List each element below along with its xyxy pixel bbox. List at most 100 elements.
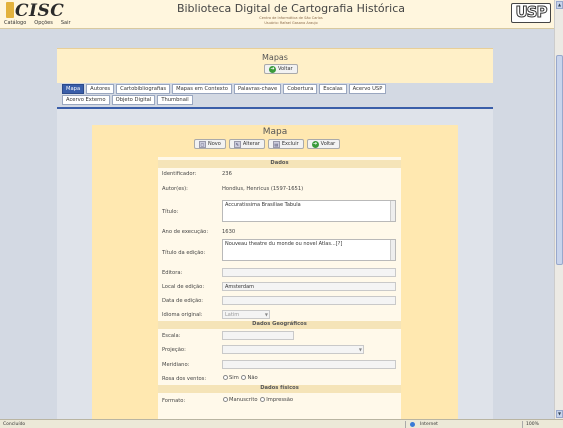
globe-icon	[410, 422, 415, 427]
mapas-panel: Mapas ➜ Voltar	[57, 48, 493, 83]
status-bar: Concluído Internet 100%	[0, 419, 563, 428]
editora-field[interactable]	[222, 268, 396, 277]
top-menu: Catálogo Opções Sair	[4, 20, 71, 26]
formato-manuscrito-radio[interactable]	[223, 397, 228, 402]
tab-palavras-chave[interactable]: Palavras-chave	[233, 84, 282, 94]
rosa-sim-radio[interactable]	[223, 375, 228, 380]
identificador-label: Identificador:	[162, 171, 197, 177]
mapas-voltar-button[interactable]: ➜ Voltar	[264, 64, 298, 74]
rosa-sim-label: Sim	[229, 375, 239, 381]
menu-catalogo[interactable]: Catálogo	[4, 20, 26, 26]
go-back-icon: ➜	[269, 65, 276, 73]
titulo-edicao-label: Título da edição:	[162, 250, 206, 256]
tab-mapas-em-contexto[interactable]: Mapas em Contexto	[172, 84, 232, 94]
alterar-button[interactable]: ✎ Alterar	[228, 139, 265, 149]
mapa-toolbar: ▢ Novo ✎ Alterar ▤ Excluir ➜ Voltar	[194, 139, 341, 149]
rosa-label: Rosa dos ventos:	[162, 376, 207, 382]
ano-value: 1630	[222, 229, 236, 235]
mapa-voltar-label: Voltar	[320, 141, 336, 147]
delete-icon: ▤	[272, 140, 280, 148]
idioma-select[interactable]: Latim ▼	[222, 310, 270, 319]
rosa-options: Sim Não	[222, 375, 258, 381]
security-zone: Internet	[405, 421, 505, 428]
new-document-icon: ▢	[199, 140, 206, 148]
chevron-down-icon: ▼	[264, 312, 268, 317]
usp-logo[interactable]: USP	[511, 3, 551, 23]
tab-acervo-usp[interactable]: Acervo USP	[348, 84, 387, 94]
projecao-select[interactable]: ▼	[222, 345, 364, 354]
titulo-text: Accuratissima Brasiliae Tabula	[225, 202, 301, 208]
tab-mapa[interactable]: Mapa	[62, 84, 85, 94]
section-dados-geograficos: Dados Geográficos	[158, 321, 401, 329]
titulo-label: Título:	[162, 209, 179, 215]
titulo-textarea[interactable]: Accuratissima Brasiliae Tabula	[222, 200, 396, 222]
editora-label: Editora:	[162, 270, 183, 276]
page-viewport: CISC Catálogo Opções Sair Biblioteca Dig…	[0, 0, 554, 419]
local-label: Local de edição:	[162, 284, 205, 290]
section-dados: Dados	[158, 160, 401, 168]
site-title: Biblioteca Digital de Cartografia Histór…	[176, 2, 406, 15]
autores-value: Hondius, Henricus (1597-1651)	[222, 186, 304, 192]
local-field[interactable]: Amsterdam	[222, 282, 396, 291]
escala-label: Escala:	[162, 333, 181, 339]
titulo-edicao-textarea[interactable]: Nouveau theatre du monde ou novel Atlas.…	[222, 239, 396, 261]
formato-options: Manuscrito Impressão	[222, 397, 293, 403]
mapas-title: Mapas	[262, 53, 288, 62]
formato-impressao-radio[interactable]	[260, 397, 266, 402]
meridiano-label: Meridiano:	[162, 362, 190, 368]
excluir-button[interactable]: ▤ Excluir	[267, 139, 304, 149]
tab-cartobibliografias[interactable]: Cartobibliografias	[116, 84, 171, 94]
edit-icon: ✎	[233, 140, 241, 148]
formato-manuscrito-label: Manuscrito	[229, 397, 258, 403]
mapa-voltar-button[interactable]: ➜ Voltar	[306, 139, 341, 149]
ano-label: Ano de execução:	[162, 229, 209, 235]
data-label: Data de edição:	[162, 298, 204, 304]
mapa-title: Mapa	[262, 127, 288, 137]
novo-label: Novo	[208, 141, 221, 147]
zoom-level[interactable]: 100%	[522, 421, 562, 428]
scrollbar-thumb[interactable]	[556, 55, 563, 265]
tab-acervo-externo[interactable]: Acervo Externo	[62, 95, 110, 105]
rosa-nao-label: Não	[247, 375, 258, 381]
rosa-nao-radio[interactable]	[241, 375, 247, 380]
formato-label: Formato:	[162, 398, 186, 404]
tab-bar: Mapa Autores Cartobibliografias Mapas em…	[62, 84, 492, 106]
autores-label: Autor(es):	[162, 186, 188, 192]
cisc-logo-text: CISC	[15, 1, 65, 21]
tab-autores[interactable]: Autores	[86, 84, 115, 94]
titulo-edicao-scrollbar[interactable]	[390, 240, 395, 260]
excluir-label: Excluir	[281, 141, 299, 147]
menu-sair[interactable]: Sair	[61, 20, 71, 26]
alterar-label: Alterar	[242, 141, 260, 147]
formato-impressao-label: Impressão	[266, 397, 294, 403]
tab-cobertura[interactable]: Cobertura	[283, 84, 318, 94]
go-back-icon: ➜	[311, 140, 319, 148]
chevron-down-icon: ▼	[358, 347, 362, 352]
cisc-logo[interactable]: CISC	[6, 1, 64, 21]
browser-window: CISC Catálogo Opções Sair Biblioteca Dig…	[0, 0, 563, 428]
titulo-scrollbar[interactable]	[390, 201, 395, 221]
novo-button[interactable]: ▢ Novo	[194, 139, 226, 149]
scroll-down-icon[interactable]: ▼	[556, 410, 563, 418]
identificador-value: 236	[222, 171, 232, 177]
tab-objeto-digital[interactable]: Objeto Digital	[111, 95, 156, 105]
status-text: Concluído	[3, 422, 26, 427]
data-field[interactable]	[222, 296, 396, 305]
tab-thumbnail[interactable]: Thumbnail	[157, 95, 193, 105]
tab-escalas[interactable]: Escalas	[319, 84, 347, 94]
menu-opcoes[interactable]: Opções	[34, 20, 53, 26]
mapa-form: Dados Identificador: 236 Autor(es): Hond…	[158, 157, 401, 419]
zone-label: Internet	[420, 422, 438, 427]
meridiano-field[interactable]	[222, 360, 396, 369]
site-subtitle: Centro de Informática de São Carlos	[259, 16, 323, 20]
section-dados-fisicos: Dados físicos	[158, 385, 401, 393]
cisc-logo-mark-icon	[6, 2, 14, 18]
site-header: CISC Catálogo Opções Sair Biblioteca Dig…	[0, 0, 554, 29]
escala-field[interactable]	[222, 331, 294, 340]
scroll-up-icon[interactable]: ▲	[556, 1, 563, 9]
mapa-panel: Mapa ▢ Novo ✎ Alterar ▤ Excluir ➜ Voltar Dad…	[92, 125, 458, 419]
page-scrollbar[interactable]: ▲ ▼	[554, 0, 563, 419]
mapas-voltar-label: Voltar	[278, 66, 293, 72]
idioma-value: Latim	[225, 312, 240, 318]
user-info: Usuário: Rafael Gasano Araujo	[264, 21, 318, 25]
